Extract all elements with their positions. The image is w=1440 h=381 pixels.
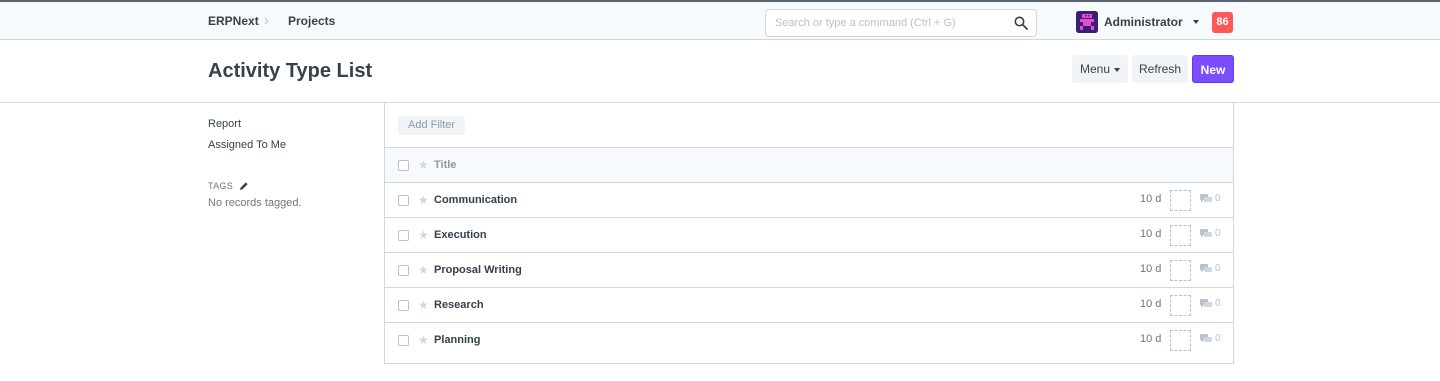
comment-count-value: 0 [1215,193,1221,204]
top-navbar: ERPNext › Projects Administrator 86 [0,0,1440,40]
comment-count: 0 [1200,193,1221,204]
search-input[interactable] [766,10,1006,36]
row-title[interactable]: Planning [434,334,480,346]
filter-area: Add Filter [385,103,1233,148]
assign-avatar-placeholder [1170,295,1191,316]
star-icon[interactable]: ★ [418,333,429,347]
select-all-checkbox[interactable] [398,160,409,171]
pencil-icon[interactable] [239,181,249,191]
star-icon[interactable]: ★ [418,193,429,207]
search-box [765,9,1037,37]
row-checkbox[interactable] [398,265,409,276]
comment-count-value: 0 [1215,263,1221,274]
search-icon[interactable] [1014,16,1028,30]
comments-icon [1200,193,1212,202]
comment-count-value: 0 [1215,228,1221,239]
avatar [1076,11,1098,33]
breadcrumb-projects[interactable]: Projects [288,14,335,28]
list-row[interactable]: ★ Execution 10 d 0 [385,218,1233,253]
user-dropdown[interactable]: Administrator [1076,11,1199,33]
modified-time: 10 d [1140,193,1162,205]
notification-badge[interactable]: 86 [1212,12,1233,33]
list-container: Add Filter ★ Title ★ Communication 10 d … [384,103,1234,364]
sidebar-item-assigned-to-me[interactable]: Assigned To Me [208,138,378,159]
caret-down-icon [1192,20,1199,24]
sidebar-item-report[interactable]: Report [208,117,378,138]
modified-time: 10 d [1140,298,1162,310]
no-tags-text: No records tagged. [208,197,302,209]
comments-icon [1200,298,1212,307]
list-row[interactable]: ★ Communication 10 d 0 [385,183,1233,218]
row-title[interactable]: Execution [434,229,487,241]
assign-avatar-placeholder [1170,190,1191,211]
modified-time: 10 d [1140,228,1162,240]
list-row[interactable]: ★ Research 10 d 0 [385,288,1233,323]
star-icon: ★ [418,158,429,172]
add-filter-button[interactable]: Add Filter [398,116,466,135]
page-header: Activity Type List Menu Refresh New [0,40,1440,103]
tags-label: TAGS [208,181,234,191]
assign-avatar-placeholder [1170,330,1191,351]
star-icon[interactable]: ★ [418,298,429,312]
menu-button[interactable]: Menu [1072,55,1128,83]
assign-avatar-placeholder [1170,260,1191,281]
star-icon[interactable]: ★ [418,263,429,277]
list-header: ★ Title [385,148,1233,183]
comments-icon [1200,333,1212,342]
chevron-right-icon: › [264,12,269,29]
row-checkbox[interactable] [398,300,409,311]
user-name: Administrator [1104,15,1183,29]
breadcrumb-erpnext[interactable]: ERPNext [208,14,259,28]
comment-count-value: 0 [1215,333,1221,344]
star-icon[interactable]: ★ [418,228,429,242]
assign-avatar-placeholder [1170,225,1191,246]
caret-down-icon [1114,67,1121,72]
menu-button-label: Menu [1079,62,1111,76]
comments-icon [1200,263,1212,272]
comment-count: 0 [1200,263,1221,274]
column-title-header: Title [434,159,457,171]
comment-count-value: 0 [1215,298,1221,309]
comment-count: 0 [1200,333,1221,344]
modified-time: 10 d [1140,333,1162,345]
page-title: Activity Type List [208,60,373,82]
list-row[interactable]: ★ Proposal Writing 10 d 0 [385,253,1233,288]
row-checkbox[interactable] [398,335,409,346]
tags-heading: TAGS [208,181,378,191]
row-checkbox[interactable] [398,195,409,206]
row-checkbox[interactable] [398,230,409,241]
row-title[interactable]: Research [434,299,484,311]
comments-icon [1200,228,1212,237]
refresh-button[interactable]: Refresh [1132,55,1188,83]
row-title[interactable]: Proposal Writing [434,264,522,276]
new-button[interactable]: New [1192,55,1234,83]
modified-time: 10 d [1140,263,1162,275]
comment-count: 0 [1200,228,1221,239]
sidebar: Report Assigned To Me TAGS No records ta… [208,117,378,209]
list-row[interactable]: ★ Planning 10 d 0 [385,323,1233,358]
row-title[interactable]: Communication [434,194,517,206]
comment-count: 0 [1200,298,1221,309]
